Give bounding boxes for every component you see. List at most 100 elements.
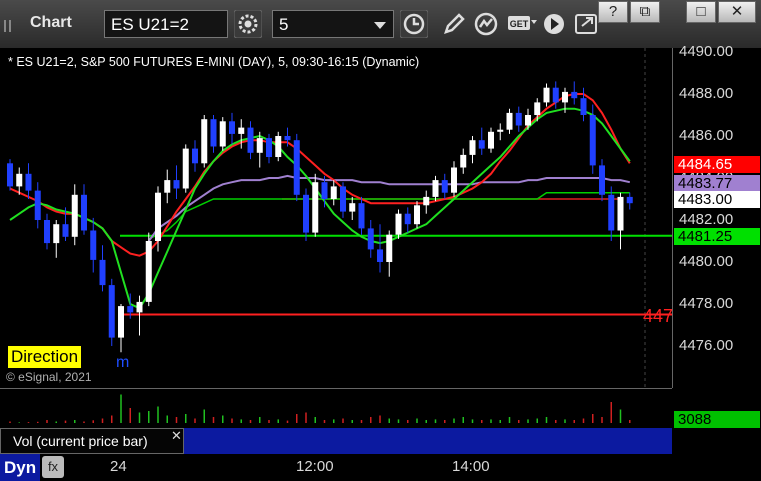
candle-body [62, 224, 69, 237]
candle-body [543, 87, 550, 103]
candle-body [617, 196, 624, 231]
volume-pane-tab[interactable]: Vol (current price bar) [0, 428, 184, 454]
candle-body [34, 190, 41, 220]
close-icon[interactable]: ✕ [171, 428, 182, 444]
candle-body [340, 186, 346, 212]
price-marker: 4484.65 [674, 156, 760, 174]
price-marker: 4483.00 [674, 191, 760, 208]
candle-body [229, 121, 235, 134]
candle-body [16, 173, 23, 187]
price-tick-label: 4480.00 [679, 253, 734, 270]
candle-body [275, 136, 282, 157]
candle-body [506, 112, 513, 130]
price-marker: 4483.77 [674, 174, 760, 192]
candle-body [562, 91, 568, 103]
candle-body [515, 112, 522, 126]
candle-body [192, 148, 198, 164]
price-tick-label: 4486.00 [679, 127, 734, 144]
candle-body [589, 115, 596, 166]
candle-body [321, 182, 328, 199]
time-axis[interactable] [0, 454, 672, 481]
candle-body [118, 306, 124, 338]
chart-legend: * ES U21=2, S&P 500 FUTURES E-MINI (DAY)… [8, 55, 420, 69]
pane-divider [184, 428, 672, 454]
copyright-text: © eSignal, 2021 [6, 370, 92, 384]
candle-body [266, 138, 272, 157]
candle-body [182, 148, 189, 189]
chevron-down-icon [374, 22, 386, 29]
candle-body [99, 259, 106, 286]
get-icon[interactable]: GET [506, 10, 538, 38]
candle-body [256, 138, 263, 153]
indicator-icon[interactable] [472, 10, 500, 38]
candle-body [303, 194, 309, 233]
candle-body [552, 87, 559, 103]
candle-body [423, 196, 430, 206]
candle-body [469, 140, 476, 155]
candle-body [284, 136, 291, 141]
play-icon[interactable] [540, 10, 568, 38]
candle-body [608, 194, 615, 231]
candle-body [173, 180, 180, 189]
price-chart-svg [7, 48, 672, 388]
candle-body [414, 205, 420, 225]
partial-label: m [116, 354, 130, 371]
candle-body [108, 285, 115, 338]
candle-body [71, 194, 78, 237]
toolbar: Chart ES U21=2 5 GET ? ⧉ □ ✕ [0, 0, 761, 49]
candle-body [201, 119, 208, 164]
interval-select[interactable]: 5 [272, 10, 394, 38]
candle-body [136, 301, 143, 313]
export-icon[interactable] [572, 10, 600, 38]
help-button[interactable]: ? [598, 1, 628, 23]
gear-icon[interactable] [234, 10, 262, 38]
close-button[interactable]: ✕ [718, 1, 756, 23]
clock-icon[interactable] [400, 10, 428, 38]
candle-body [497, 129, 504, 132]
volume-pane[interactable] [0, 388, 672, 431]
candle-body [312, 182, 319, 233]
grip-icon[interactable] [2, 20, 24, 32]
dynamic-button[interactable]: Dyn [0, 454, 40, 481]
candle-body [219, 121, 226, 147]
maximize-button[interactable]: □ [686, 1, 716, 23]
candle-body [210, 119, 217, 147]
candle-body [488, 131, 494, 149]
candle-body [330, 186, 337, 199]
pencil-icon[interactable] [440, 10, 468, 38]
candle-body [349, 203, 356, 212]
time-label-24: 24 [110, 458, 127, 475]
price-tick-label: 4488.00 [679, 85, 734, 102]
price-chart[interactable] [0, 48, 672, 388]
price-marker: 4481.25 [674, 227, 760, 245]
candle-body [53, 224, 60, 244]
candle-body [534, 102, 541, 115]
candle-body [155, 192, 161, 241]
candle-body [7, 163, 13, 187]
candle-body [25, 173, 32, 191]
fx-icon[interactable]: fx [42, 456, 64, 478]
candle-body [247, 127, 254, 153]
candle-body [525, 115, 531, 126]
candle-body [460, 154, 467, 168]
candle-body [81, 194, 87, 231]
svg-text:GET: GET [510, 19, 529, 29]
symbol-input[interactable]: ES U21=2 [104, 10, 228, 38]
candle-body [127, 306, 134, 313]
candle-body [367, 228, 374, 250]
candle-body [599, 165, 605, 195]
interval-value: 5 [279, 15, 289, 34]
candle-body [377, 249, 383, 262]
candle-body [238, 127, 245, 134]
direction-label: Direction [8, 346, 82, 368]
price-tick-label: 4478.00 [679, 295, 734, 312]
candle-body [432, 180, 439, 197]
app-title: Chart [30, 14, 72, 31]
restore-button[interactable]: ⧉ [630, 1, 660, 23]
volume-value-badge: 3088 [674, 411, 760, 428]
candle-body [571, 91, 578, 99]
candle-body [395, 213, 402, 235]
candle-body [441, 180, 448, 193]
red-level-label: 447 [643, 306, 674, 326]
price-tick-label: 4476.00 [679, 337, 734, 354]
